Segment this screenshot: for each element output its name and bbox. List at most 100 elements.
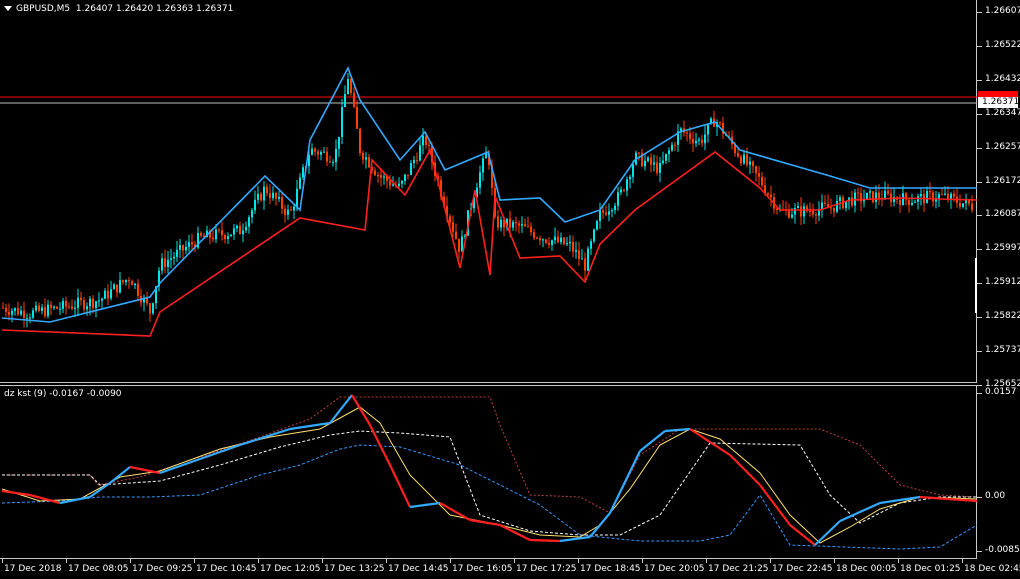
candle-body <box>374 170 376 176</box>
candle-body <box>224 235 226 239</box>
candle-body <box>899 199 901 205</box>
candle-body <box>689 133 691 139</box>
time-tick <box>834 559 835 563</box>
candle-body <box>611 210 613 212</box>
price-chart-canvas[interactable] <box>0 0 977 383</box>
price-chart-pane[interactable]: GBPUSD,M5 1.26407 1.26420 1.26363 1.2637… <box>0 0 1020 389</box>
candle-body <box>71 306 73 309</box>
candle-body <box>128 279 130 282</box>
candle-body <box>584 258 586 271</box>
candle-body <box>866 192 868 199</box>
candle-body <box>233 228 235 235</box>
candle-body <box>869 191 871 193</box>
candle-body <box>746 154 748 165</box>
candle-body <box>704 134 706 144</box>
candle-body <box>137 283 139 296</box>
time-tick <box>258 559 259 563</box>
candle-body <box>188 242 190 247</box>
candle-body <box>797 206 799 209</box>
candle-body <box>179 245 181 250</box>
price-tick <box>977 113 982 115</box>
candle-body <box>668 150 670 154</box>
candle-body <box>638 152 640 154</box>
indicator-pane[interactable]: dz kst (9) -0.0167 -0.0090 0.0157 0.00 -0.… <box>0 385 1020 559</box>
candle-body <box>545 239 547 243</box>
kst-line-segment <box>469 518 501 527</box>
chart-shift-marker[interactable] <box>975 258 977 313</box>
time-label: 17 Dec 14:45 <box>388 564 449 574</box>
candle-body <box>701 139 703 144</box>
candle-body <box>176 249 178 257</box>
candle-body <box>599 210 601 222</box>
current-price-label: 1.26371 <box>978 97 1019 108</box>
candle-body <box>857 192 859 194</box>
candle-body <box>665 153 667 161</box>
kst-line-segment <box>879 495 921 505</box>
candle-body <box>650 157 652 165</box>
candle-body <box>944 193 946 195</box>
candle-body <box>302 167 304 178</box>
candle-body <box>908 199 910 205</box>
candle-body <box>509 218 511 228</box>
candle-body <box>911 202 913 205</box>
candle-body <box>110 289 112 299</box>
dropdown-triangle-icon[interactable] <box>4 6 12 11</box>
candle-body <box>164 258 166 267</box>
candle-body <box>671 144 673 151</box>
kst-line-segment <box>439 502 471 521</box>
candle-body <box>935 199 937 202</box>
time-label: 18 Dec 01:25 <box>900 564 961 574</box>
price-label: 1.25912 <box>985 277 1020 288</box>
candle-body <box>182 245 184 251</box>
candle-body <box>215 229 217 240</box>
candle-body <box>266 186 268 194</box>
candle-body <box>614 205 616 211</box>
candle-body <box>185 246 187 251</box>
candle-body <box>575 250 577 252</box>
candle-body <box>323 151 325 153</box>
candle-body <box>767 193 769 195</box>
candle-body <box>461 236 463 252</box>
candle-body <box>659 163 661 173</box>
candle-body <box>11 310 13 315</box>
candle-body <box>191 242 193 245</box>
candle-body <box>89 298 91 307</box>
candle-body <box>644 160 646 167</box>
time-label: 17 Dec 16:05 <box>452 564 513 574</box>
candle-body <box>752 161 754 167</box>
candle-body <box>167 259 169 267</box>
indicator-canvas[interactable] <box>0 385 977 559</box>
time-label: 17 Dec 13:25 <box>324 564 385 574</box>
candle-body <box>695 140 697 144</box>
candle-body <box>86 306 88 310</box>
candle-body <box>332 162 334 164</box>
price-label: 1.25737 <box>985 345 1020 355</box>
candle-body <box>578 250 580 259</box>
indicator-label: 0.00 <box>985 491 1006 501</box>
candle-body <box>380 175 382 178</box>
candle-body <box>260 193 262 201</box>
candle-body <box>116 284 118 293</box>
candle-body <box>242 230 244 235</box>
time-label: 17 Dec 2018 <box>4 564 62 574</box>
kst-line-segment <box>559 535 591 543</box>
time-axis: 17 Dec 2018 17 Dec 08:05 17 Dec 09:25 17 De… <box>0 559 1020 579</box>
candle-body <box>425 135 427 146</box>
candle-body <box>524 224 526 227</box>
candle-body <box>803 206 805 217</box>
candle-body <box>530 226 532 233</box>
candles <box>2 72 973 328</box>
candle-body <box>362 153 364 160</box>
candle-body <box>617 192 619 206</box>
candle-body <box>413 160 415 164</box>
candle-body <box>5 307 7 312</box>
candle-body <box>269 193 271 199</box>
candle-body <box>758 173 760 177</box>
candle-body <box>887 190 889 194</box>
candle-body <box>872 191 874 203</box>
time-label: 17 Dec 12:05 <box>260 564 321 574</box>
candle-body <box>347 78 349 95</box>
candle-body <box>707 123 709 135</box>
candle-body <box>404 174 406 182</box>
kst-dashed-white-line <box>2 430 977 536</box>
